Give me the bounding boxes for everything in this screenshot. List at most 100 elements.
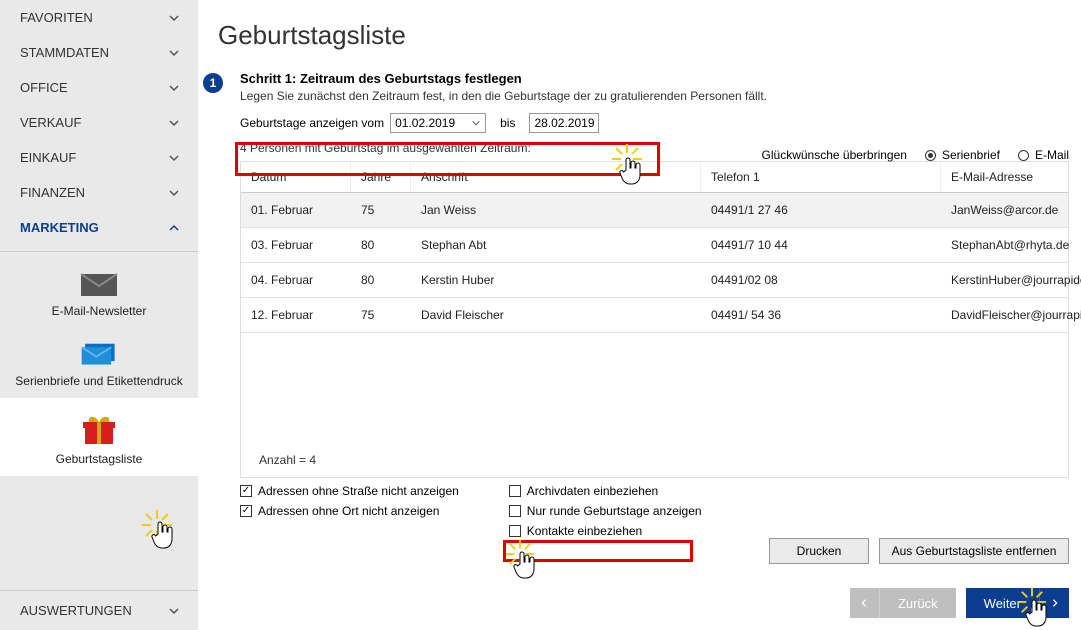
nav-finanzen[interactable]: FINANZEN <box>0 175 198 210</box>
divider <box>0 251 198 252</box>
col-email[interactable]: E-Mail-Adresse <box>941 162 1068 192</box>
subnav-label: E-Mail-Newsletter <box>52 304 147 318</box>
chevron-left-icon <box>850 588 880 618</box>
table-row[interactable]: 01. Februar 75 Jan Weiss 04491/1 27 46 J… <box>241 193 1068 228</box>
cell-email: JanWeiss@arcor.de <box>941 193 1068 227</box>
nav-bottom: AUSWERTUNGEN <box>0 590 198 630</box>
back-button: Zurück <box>850 588 956 618</box>
chk-no-street[interactable]: ✓ Adressen ohne Straße nicht anzeigen <box>240 484 459 498</box>
nav-label: EINKAUF <box>20 150 76 165</box>
date-to-value: 28.02.2019 <box>534 116 594 130</box>
chk-label: Nur runde Geburtstage anzeigen <box>527 504 702 518</box>
nav-stammdaten[interactable]: STAMMDATEN <box>0 35 198 70</box>
cell-tel: 04491/02 08 <box>701 263 941 297</box>
subnav-newsletter[interactable]: E-Mail-Newsletter <box>0 258 198 328</box>
nav-auswertungen[interactable]: AUSWERTUNGEN <box>0 591 198 630</box>
nav-label: MARKETING <box>20 220 99 235</box>
chevron-down-icon <box>168 82 180 94</box>
cell-datum: 12. Februar <box>241 298 351 332</box>
radio-icon <box>925 150 936 161</box>
nav-einkauf[interactable]: EINKAUF <box>0 140 198 175</box>
table-row[interactable]: 03. Februar 80 Stephan Abt 04491/7 10 44… <box>241 228 1068 263</box>
chk-archive[interactable]: Archivdaten einbeziehen <box>509 484 702 498</box>
subnav-serienbriefe[interactable]: Serienbriefe und Etikettendruck <box>0 328 198 398</box>
chk-label: Kontakte einbeziehen <box>527 524 642 538</box>
chevron-down-icon <box>168 12 180 24</box>
birthday-grid: Datum Jahre Anschrift Telefon 1 E-Mail-A… <box>240 161 1069 478</box>
col-jahre[interactable]: Jahre <box>351 162 411 192</box>
cell-anschrift: Jan Weiss <box>411 193 701 227</box>
radio-email[interactable]: E-Mail <box>1018 148 1069 162</box>
grid-header: Datum Jahre Anschrift Telefon 1 E-Mail-A… <box>241 162 1068 193</box>
chevron-right-icon <box>1039 588 1069 618</box>
nav-office[interactable]: OFFICE <box>0 70 198 105</box>
cell-tel: 04491/ 54 36 <box>701 298 941 332</box>
chk-label: Archivdaten einbeziehen <box>527 484 658 498</box>
nav-label: VERKAUF <box>20 115 81 130</box>
cell-tel: 04491/1 27 46 <box>701 193 941 227</box>
page-title: Geburtstagsliste <box>198 0 1081 71</box>
chk-round-birthdays[interactable]: Nur runde Geburtstage anzeigen <box>509 504 702 518</box>
chk-no-city[interactable]: ✓ Adressen ohne Ort nicht anzeigen <box>240 504 459 518</box>
table-row[interactable]: 12. Februar 75 David Fleischer 04491/ 54… <box>241 298 1068 333</box>
table-row[interactable]: 04. Februar 80 Kerstin Huber 04491/02 08… <box>241 263 1068 298</box>
nav-label: STAMMDATEN <box>20 45 109 60</box>
envelopes-icon <box>79 342 119 368</box>
cell-email: DavidFleischer@jourrapide.de <box>941 298 1081 332</box>
cell-jahre: 75 <box>351 298 411 332</box>
chevron-down-icon <box>168 152 180 164</box>
cell-tel: 04491/7 10 44 <box>701 228 941 262</box>
main-panel: Geburtstagsliste 1 Schritt 1: Zeitraum d… <box>198 0 1081 630</box>
cell-jahre: 75 <box>351 193 411 227</box>
print-button[interactable]: Drucken <box>769 538 869 564</box>
grid-empty-space <box>241 333 1068 443</box>
col-anschrift[interactable]: Anschrift <box>411 162 701 192</box>
cell-datum: 04. Februar <box>241 263 351 297</box>
nav-label: AUSWERTUNGEN <box>20 603 132 618</box>
cell-anschrift: Kerstin Huber <box>411 263 701 297</box>
btn-label: Weiter <box>966 596 1039 611</box>
action-buttons: Drucken Aus Geburtstagsliste entfernen <box>769 538 1069 564</box>
chk-contacts[interactable]: Kontakte einbeziehen <box>509 524 702 538</box>
chk-label: Adressen ohne Ort nicht anzeigen <box>258 504 439 518</box>
options-col-left: ✓ Adressen ohne Straße nicht anzeigen ✓ … <box>240 484 459 538</box>
next-button[interactable]: Weiter <box>966 588 1069 618</box>
subnav-label: Serienbriefe und Etikettendruck <box>15 374 182 388</box>
lower-options: ✓ Adressen ohne Straße nicht anzeigen ✓ … <box>240 484 1081 538</box>
col-telefon[interactable]: Telefon 1 <box>701 162 941 192</box>
delivery-label: Glückwünsche überbringen <box>762 148 907 162</box>
checkbox-icon <box>509 525 521 537</box>
envelope-icon <box>79 272 119 298</box>
remove-from-list-button[interactable]: Aus Geburtstagsliste entfernen <box>879 538 1069 564</box>
nav-verkauf[interactable]: VERKAUF <box>0 105 198 140</box>
checkbox-icon: ✓ <box>240 485 252 497</box>
step-title: Schritt 1: Zeitraum des Geburtstags fest… <box>240 71 1081 86</box>
nav-label: OFFICE <box>20 80 68 95</box>
date-from-value: 01.02.2019 <box>395 116 455 130</box>
step-description: Legen Sie zunächst den Zeitraum fest, in… <box>240 89 1081 103</box>
btn-label: Zurück <box>880 596 956 611</box>
checkbox-icon <box>509 485 521 497</box>
grid-body: 01. Februar 75 Jan Weiss 04491/1 27 46 J… <box>241 193 1068 333</box>
btn-label: Drucken <box>797 544 842 558</box>
date-to-field[interactable]: 28.02.2019 <box>529 113 599 133</box>
btn-label: Aus Geburtstagsliste entfernen <box>892 544 1057 558</box>
chevron-down-icon <box>168 47 180 59</box>
step-section: 1 Schritt 1: Zeitraum des Geburtstags fe… <box>198 71 1081 133</box>
subnav-geburtstagsliste[interactable]: Geburtstagsliste <box>0 398 198 476</box>
chevron-down-icon <box>168 187 180 199</box>
bis-label: bis <box>500 116 515 130</box>
nav-favoriten[interactable]: FAVORITEN <box>0 0 198 35</box>
nav-marketing[interactable]: MARKETING <box>0 210 198 245</box>
subnav: E-Mail-Newsletter Serienbriefe und Etike… <box>0 258 198 476</box>
date-from-select[interactable]: 01.02.2019 <box>390 113 486 133</box>
radio-serienbrief[interactable]: Serienbrief <box>925 148 1000 162</box>
cell-anschrift: David Fleischer <box>411 298 701 332</box>
col-datum[interactable]: Datum <box>241 162 351 192</box>
cell-jahre: 80 <box>351 228 411 262</box>
nav-label: FAVORITEN <box>20 10 93 25</box>
chevron-down-icon <box>168 117 180 129</box>
chevron-up-icon <box>168 222 180 234</box>
gift-icon <box>79 412 119 446</box>
cell-anschrift: Stephan Abt <box>411 228 701 262</box>
